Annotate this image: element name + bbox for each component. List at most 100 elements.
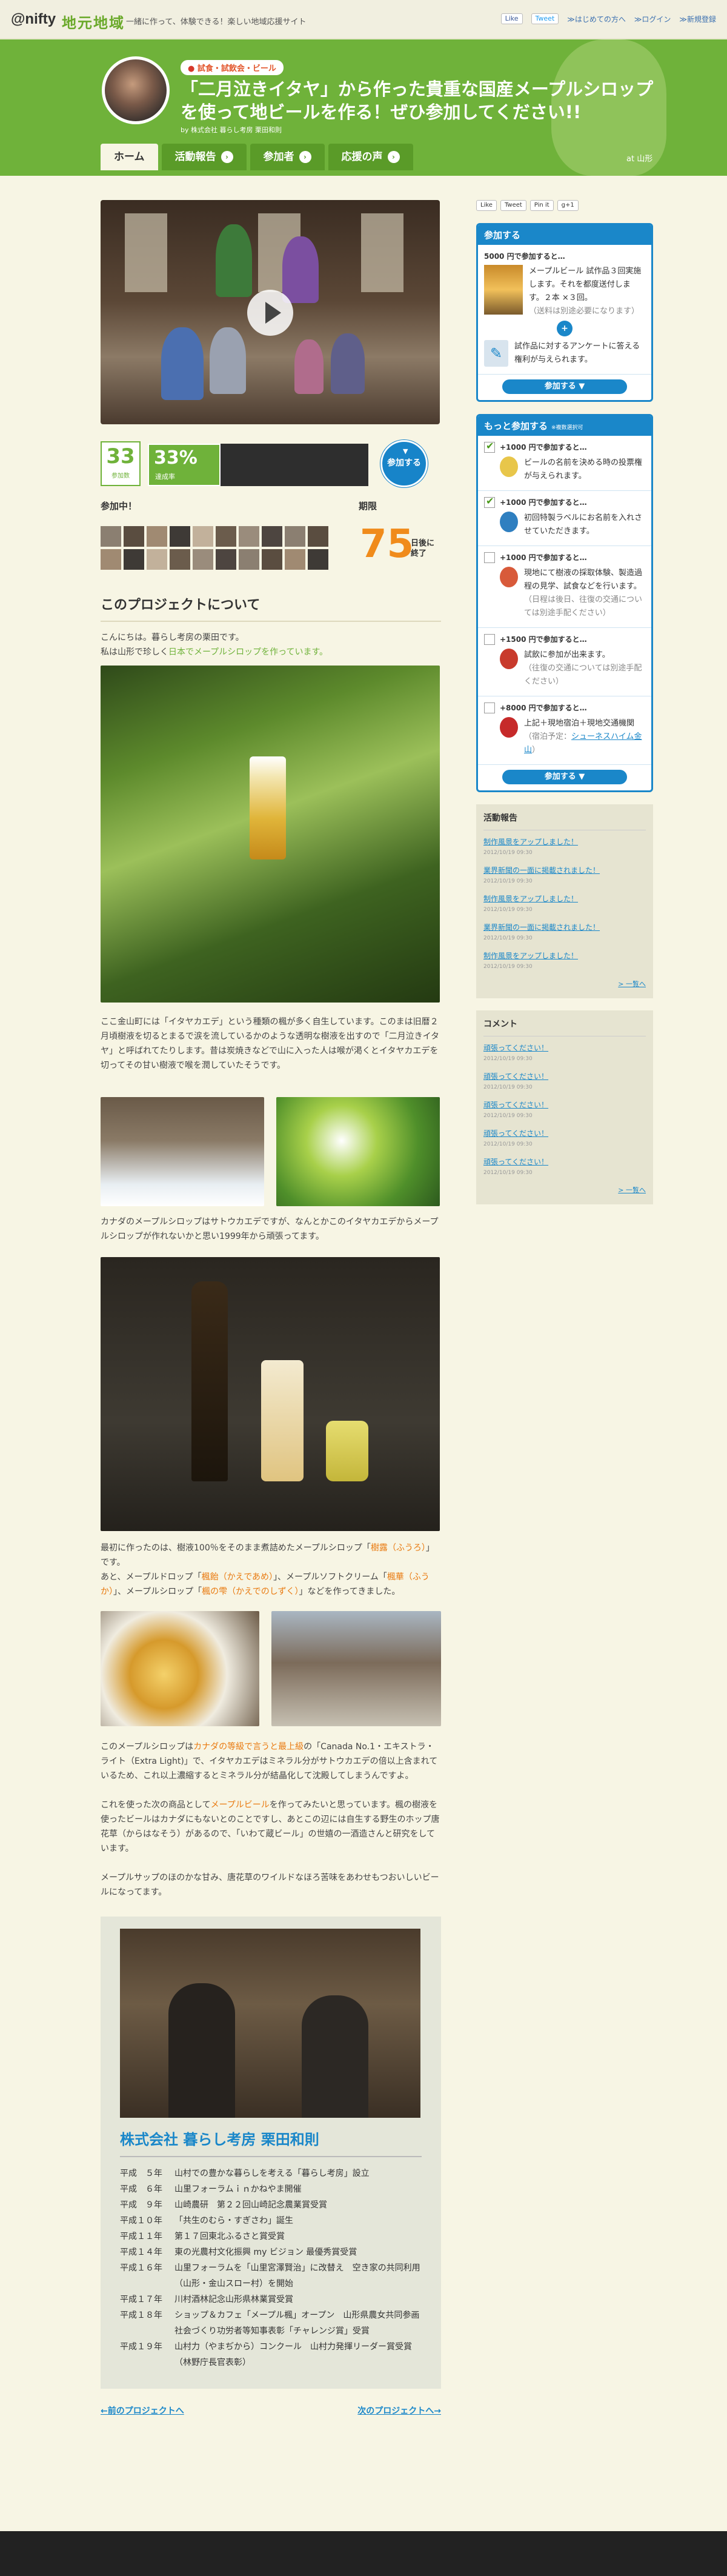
- google-plus-button[interactable]: g+1: [557, 200, 579, 211]
- participant-thumbnail[interactable]: [101, 549, 121, 570]
- owner-avatar[interactable]: [102, 56, 170, 124]
- history-row: 平成 ９年 山崎農研 第２２回山崎記念農業賞受賞: [120, 2197, 422, 2213]
- reward-checkbox[interactable]: [484, 702, 495, 713]
- project-video[interactable]: [101, 200, 440, 424]
- join-button[interactable]: 参加する ▼: [380, 440, 428, 487]
- participant-thumbnail[interactable]: [262, 526, 282, 547]
- reward-amount: +1000 円で参加すると…: [500, 553, 587, 562]
- reward-text: 現地にて樹液の採取体験、製造過程の見学、試食などを行います。: [524, 569, 643, 591]
- history-text: 山崎農研 第２２回山崎記念農業賞受賞: [174, 2200, 327, 2210]
- participant-thumbnail[interactable]: [262, 549, 282, 570]
- reward-option[interactable]: +1000 円で参加すると… 現地にて樹液の採取体験、製造過程の見学、試食などを行…: [478, 546, 651, 628]
- comment-item-link[interactable]: 頑張ってください！: [483, 1099, 646, 1110]
- prev-project-link[interactable]: ←前のプロジェクトへ: [101, 2404, 184, 2417]
- p4-product-2: 楓飴（かえであめ）: [201, 1572, 274, 1582]
- participant-thumbnail[interactable]: [124, 526, 144, 547]
- tab-reports[interactable]: 活動報告 ›: [161, 144, 247, 170]
- participant-thumbnail[interactable]: [170, 549, 190, 570]
- signup-link[interactable]: ≫新規登録: [679, 14, 716, 24]
- participant-thumbnail[interactable]: [193, 549, 213, 570]
- arrow-down-icon: ▼: [403, 447, 408, 455]
- join-panel-button[interactable]: 参加する ▼: [502, 379, 627, 394]
- reward-option[interactable]: +1500 円で参加すると… 試飲に参加が出来ます。 （往復の交通については別途手配…: [478, 628, 651, 696]
- history-text: 山村での豊かな暮らしを考える「暮らし考房」設立: [174, 2169, 370, 2178]
- nifty-logo[interactable]: @nifty: [11, 11, 56, 28]
- p4-text: 」、メープルソフトクリーム「: [273, 1572, 387, 1582]
- comment-item-date: 2012/10/19 09:30: [483, 1056, 533, 1062]
- video-window: [125, 213, 167, 292]
- participant-count: 33: [106, 444, 135, 469]
- participant-thumbnail[interactable]: [147, 526, 167, 547]
- more-panel-button[interactable]: 参加する ▼: [502, 770, 627, 784]
- participant-thumbnail[interactable]: [193, 526, 213, 547]
- next-project-link[interactable]: 次のプロジェクトへ→: [357, 2404, 441, 2417]
- tab-cheers[interactable]: 応援の声 ›: [328, 144, 413, 170]
- comment-item-link[interactable]: 頑張ってください！: [483, 1043, 646, 1053]
- report-item: 制作風景をアップしました！ 2012/10/19 09:30: [483, 836, 646, 856]
- base-reward: 5000 円で参加すると… メープルビール 試作品３回実施します。それを都度送付…: [478, 245, 651, 375]
- reward-checkbox[interactable]: [484, 495, 495, 508]
- about-link[interactable]: ≫はじめての方へ: [567, 14, 626, 24]
- about-intro: こんにちは。暮らし考房の栗田です。 私は山形で珍しく日本でメープルシロップを作って…: [101, 630, 441, 659]
- report-item-link[interactable]: 業界新聞の一面に掲載されました！: [483, 922, 646, 932]
- pinterest-button[interactable]: Pin it: [529, 200, 554, 211]
- report-item-link[interactable]: 制作風景をアップしました！: [483, 950, 646, 961]
- participant-count-box: 33 参加数: [101, 441, 141, 486]
- reward-option[interactable]: +8000 円で参加すると… 上記＋現地宿泊＋現地交通機関 （宿泊予定：シューネスハ…: [478, 696, 651, 765]
- report-item-link[interactable]: 制作風景をアップしました！: [483, 893, 646, 904]
- participant-thumbnail[interactable]: [124, 549, 144, 570]
- reward-option[interactable]: +1000 円で参加すると… ビールの名前を決める時の投票権が与えられます。: [478, 436, 651, 491]
- tab-home[interactable]: ホーム: [101, 144, 158, 170]
- join-panel: 参加する 5000 円で参加すると… メープルビール 試作品３回実施します。それ…: [476, 223, 653, 402]
- participant-thumbnail[interactable]: [216, 526, 236, 547]
- comment-item-link[interactable]: 頑張ってください！: [483, 1156, 646, 1167]
- p5-text: このメープルシロップは: [101, 1742, 194, 1752]
- comment-list: 頑張ってください！ 2012/10/19 09:30 頑張ってください！ 2012/1…: [483, 1043, 646, 1176]
- participant-thumbnail[interactable]: [285, 549, 305, 570]
- participant-thumbnail[interactable]: [101, 526, 121, 547]
- jam-jar: [326, 1421, 368, 1481]
- history-row: 平成１６年 山里フォーラムを「山里宮澤賢治」に改替え 空き家の共同利用（山形・金山…: [120, 2260, 422, 2292]
- reward-option[interactable]: +1000 円で参加すると… 初回特製ラベルにお名前を入れさせていただきます。: [478, 491, 651, 546]
- report-item-link[interactable]: 業界新聞の一面に掲載されました！: [483, 865, 646, 875]
- comment-item-link[interactable]: 頑張ってください！: [483, 1128, 646, 1138]
- participant-thumbnail[interactable]: [147, 549, 167, 570]
- participant-thumbnail[interactable]: [239, 549, 259, 570]
- tab-cheers-label: 応援の声: [341, 151, 383, 163]
- comment-item-link[interactable]: 頑張ってください！: [483, 1071, 646, 1081]
- reward-amount: +1000 円で参加すると…: [500, 498, 587, 507]
- play-icon[interactable]: [247, 290, 293, 336]
- video-person: [331, 333, 365, 394]
- facebook-like-button[interactable]: Like: [476, 200, 497, 211]
- login-link[interactable]: ≫ログイン: [634, 14, 671, 24]
- reports-more-link[interactable]: > 一覧へ: [483, 979, 646, 989]
- report-item-date: 2012/10/19 09:30: [483, 878, 533, 884]
- facebook-like-button[interactable]: Like: [500, 13, 523, 24]
- reward-amount: 5000 円で参加すると…: [484, 252, 565, 261]
- reward-checkbox[interactable]: [484, 552, 495, 563]
- participant-thumbnail[interactable]: [216, 549, 236, 570]
- participant-thumbnails: [101, 526, 343, 570]
- history-text: 山里フォーラムｉｎかねやま開催: [174, 2184, 302, 2194]
- comment-item: 頑張ってください！ 2012/10/19 09:30: [483, 1071, 646, 1091]
- owner-figure: [302, 1995, 368, 2118]
- reward-note: （往復の交通については別途手配ください）: [524, 664, 642, 686]
- report-item-link[interactable]: 制作風景をアップしました！: [483, 836, 646, 847]
- tweet-button[interactable]: Tweet: [500, 200, 526, 211]
- reward-checkbox[interactable]: [484, 634, 495, 645]
- site-tagline: 一緒に作って、体験できる！楽しい地域応援サイト: [126, 18, 307, 27]
- jimoto-logo[interactable]: 地元地域: [62, 11, 125, 32]
- participant-thumbnail[interactable]: [308, 549, 328, 570]
- boiling-sap-photo: [271, 1611, 441, 1726]
- tab-participants[interactable]: 参加者 ›: [250, 144, 325, 170]
- participant-thumbnail[interactable]: [239, 526, 259, 547]
- participant-thumbnail[interactable]: [308, 526, 328, 547]
- tweet-button[interactable]: Tweet: [531, 13, 559, 24]
- history-row: 平成１１年 第１７回東北ふるさと賞受賞: [120, 2229, 422, 2244]
- category-badge[interactable]: ● 試食・試飲会・ビール: [181, 60, 284, 75]
- reward-amount: +8000 円で参加すると…: [500, 704, 587, 712]
- comments-more-link[interactable]: > 一覧へ: [483, 1185, 646, 1195]
- reward-checkbox[interactable]: [484, 440, 495, 453]
- participant-thumbnail[interactable]: [285, 526, 305, 547]
- participant-thumbnail[interactable]: [170, 526, 190, 547]
